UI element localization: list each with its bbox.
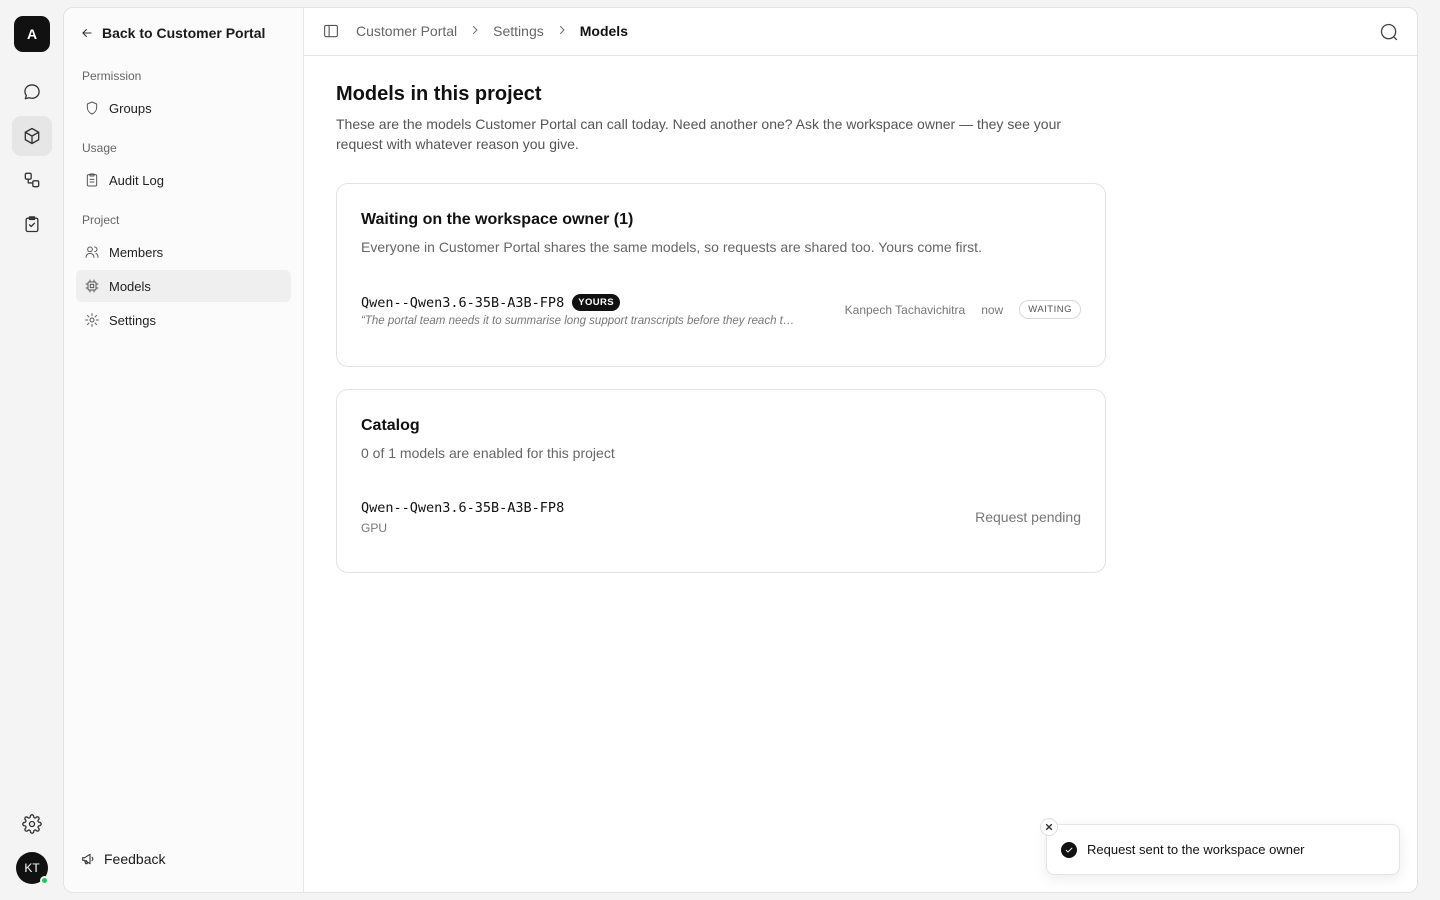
breadcrumb-settings[interactable]: Settings <box>493 23 544 39</box>
search-button[interactable] <box>1379 22 1401 44</box>
workspace-logo[interactable]: A <box>14 16 50 52</box>
breadcrumb-models: Models <box>579 23 628 39</box>
sidebar-item-label: Settings <box>109 312 156 328</box>
sidebar-item-members[interactable]: Members <box>76 236 291 268</box>
toast-message: Request sent to the workspace owner <box>1087 842 1305 857</box>
waiting-card-title: Waiting on the workspace owner (1) <box>361 211 634 228</box>
gear-icon <box>22 814 42 834</box>
main-frame: Back to Customer Portal Permission Group… <box>63 7 1418 893</box>
workflow-icon <box>24 172 40 188</box>
icon-rail: A KT <box>0 0 64 900</box>
waiting-card-subtitle: Everyone in Customer Portal shares the s… <box>361 239 982 255</box>
toast-notification: Request sent to the workspace owner <box>1046 824 1400 875</box>
sidebar-toggle-icon <box>324 24 338 38</box>
page-description: These are the models Customer Portal can… <box>336 116 1062 152</box>
chat-icon <box>24 84 40 100</box>
check-circle-icon <box>1061 841 1077 858</box>
settings-sidebar: Back to Customer Portal Permission Group… <box>64 8 304 892</box>
catalog-card: Catalog 0 of 1 models are enabled for th… <box>336 389 1106 573</box>
tasks-rail-button[interactable] <box>12 204 52 244</box>
chevron-right-icon <box>556 23 568 39</box>
sidebar-toggle-button[interactable] <box>322 22 342 42</box>
settings-rail-button[interactable] <box>12 804 52 844</box>
clipboard-list-icon <box>86 173 98 187</box>
workflow-rail-button[interactable] <box>12 160 52 200</box>
sidebar-item-label: Groups <box>109 100 152 116</box>
sidebar-item-models[interactable]: Models <box>76 270 291 302</box>
users-icon <box>85 246 99 258</box>
back-to-portal-link[interactable]: Back to Customer Portal <box>80 22 265 44</box>
requester-name: Kanpech Tachavichitra <box>844 302 966 317</box>
user-avatar[interactable]: KT <box>16 852 49 885</box>
chat-rail-button[interactable] <box>12 72 52 112</box>
request-model-name: Qwen--Qwen3.6-35B-A3B-FP8 <box>361 294 565 311</box>
feedback-label: Feedback <box>104 851 166 867</box>
sidebar-item-label: Models <box>109 278 151 294</box>
section-project: Project <box>82 213 120 227</box>
search-icon <box>1380 23 1398 41</box>
top-bar: Customer Portal Settings Models <box>304 8 1417 56</box>
sidebar-item-groups[interactable]: Groups <box>76 92 291 124</box>
waiting-requests-card: Waiting on the workspace owner (1) Every… <box>336 183 1106 367</box>
clipboard-check-icon <box>25 216 39 233</box>
megaphone-icon <box>82 853 94 865</box>
chip-icon <box>85 279 99 293</box>
online-status-dot <box>40 876 49 885</box>
breadcrumb: Customer Portal Settings Models <box>356 23 628 39</box>
toast-close-button[interactable] <box>1040 818 1058 836</box>
chevron-right-icon <box>469 23 481 39</box>
request-meta: Kanpech Tachavichitra now WAITING <box>845 300 1081 319</box>
catalog-model-kind: GPU <box>361 521 388 535</box>
yours-badge: YOURS <box>572 294 620 311</box>
feedback-button[interactable]: Feedback <box>80 851 165 867</box>
shield-icon <box>86 101 98 115</box>
models-rail-button[interactable] <box>12 116 52 156</box>
catalog-model-name: Qwen--Qwen3.6-35B-A3B-FP8 <box>361 500 565 516</box>
request-reason: “The portal team needs it to summarise l… <box>361 315 795 327</box>
close-icon <box>1045 823 1053 831</box>
sidebar-item-audit-log[interactable]: Audit Log <box>76 164 291 196</box>
section-permission: Permission <box>82 69 142 83</box>
gear-icon <box>85 313 99 327</box>
catalog-model-status: Request pending <box>975 509 1081 525</box>
back-label: Back to Customer Portal <box>102 25 266 41</box>
arrow-left-icon <box>82 28 92 38</box>
sidebar-item-label: Members <box>109 244 164 260</box>
catalog-card-subtitle: 0 of 1 models are enabled for this proje… <box>361 445 615 461</box>
cube-icon <box>24 127 40 145</box>
catalog-card-title: Catalog <box>361 417 420 434</box>
request-time: now <box>981 302 1004 317</box>
page-title: Models in this project <box>336 83 542 105</box>
status-badge: WAITING <box>1019 300 1081 319</box>
sidebar-item-label: Audit Log <box>109 172 164 188</box>
sidebar-item-settings[interactable]: Settings <box>76 304 291 336</box>
request-row[interactable]: Qwen--Qwen3.6-35B-A3B-FP8 YOURS <box>361 294 620 311</box>
avatar-initials: KT <box>24 861 40 875</box>
breadcrumb-customer-portal[interactable]: Customer Portal <box>356 23 457 39</box>
section-usage: Usage <box>82 141 117 155</box>
